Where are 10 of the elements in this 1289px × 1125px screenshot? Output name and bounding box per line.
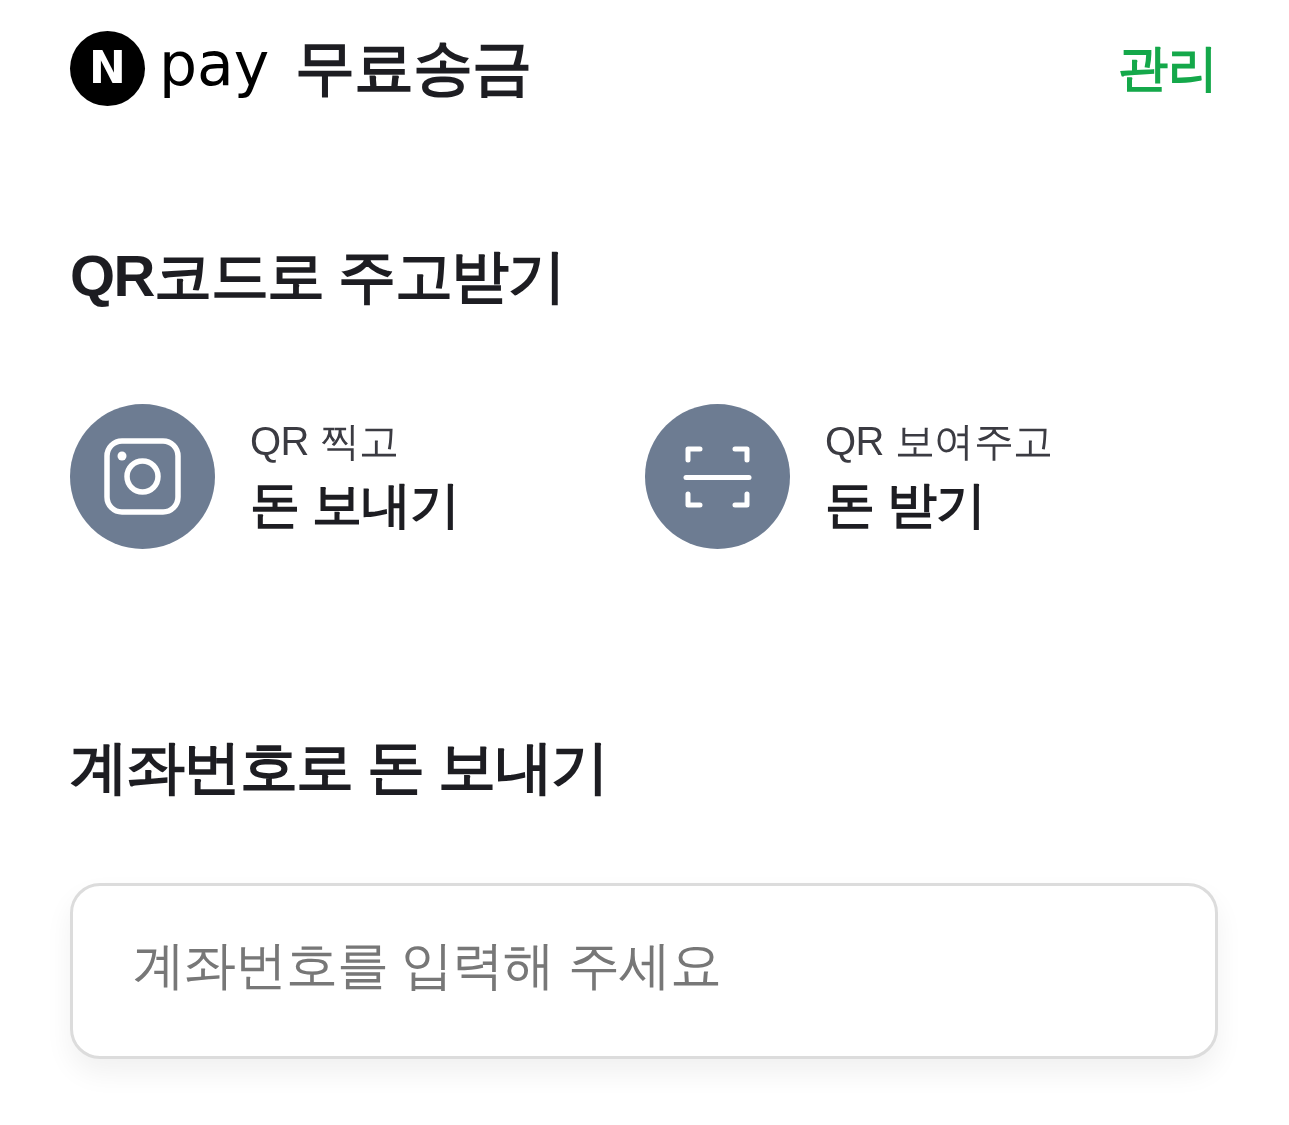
account-number-field[interactable]: 계좌번호를 입력해 주세요 [70,883,1218,1060]
page-title: 무료송금 [295,35,532,101]
logo-wordmark: pay [159,34,270,101]
qr-action-button[interactable]: QR 찍고 돈 보내기 [70,403,459,549]
section-heading: 계좌번호로 돈 보내기 [70,732,609,801]
camera-icon [70,403,215,549]
logo-badge: N [70,30,145,106]
scan-icon [645,403,790,549]
section-heading: QR코드로 주고받기 [70,242,566,310]
qr-action-button[interactable]: QR 보여주고 돈 받기 [645,403,1053,549]
